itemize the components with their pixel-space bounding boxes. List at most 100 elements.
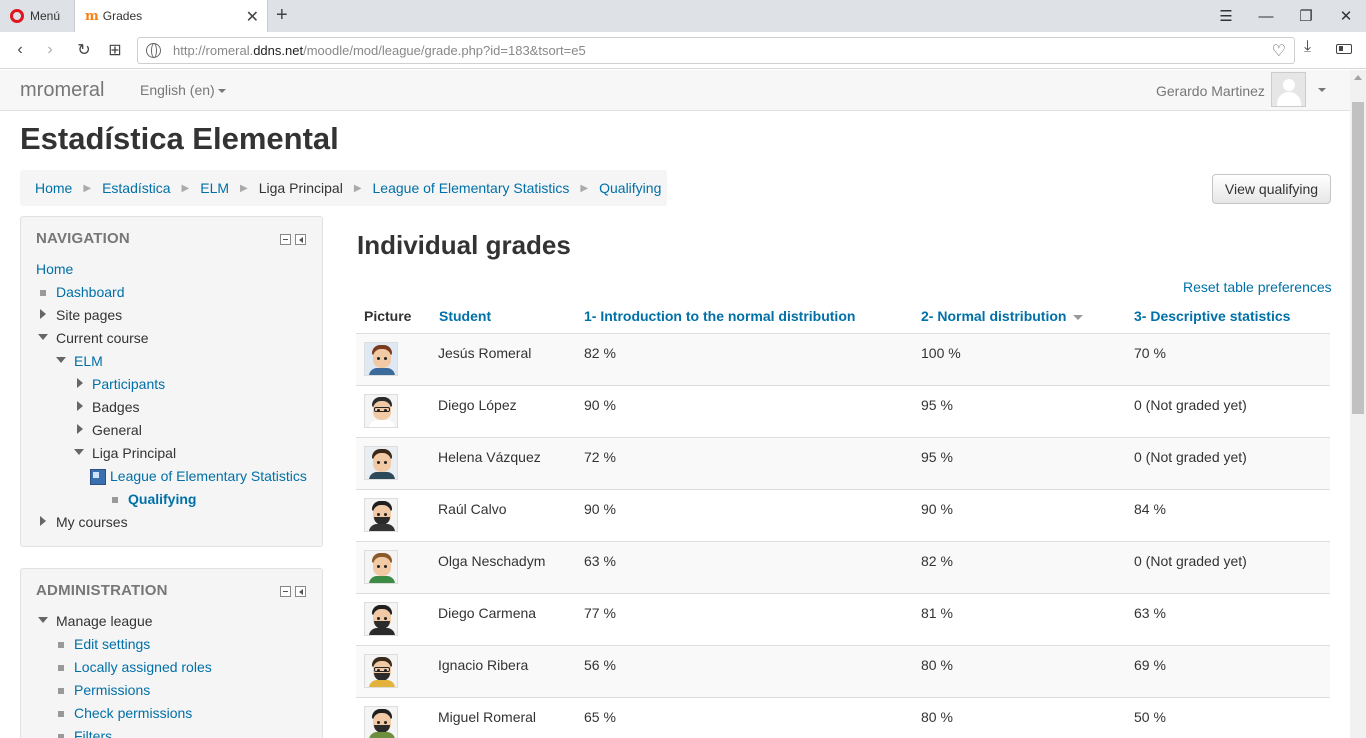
reload-icon[interactable]: ↻ [72, 38, 96, 62]
breadcrumb-liga: Liga Principal [258, 180, 343, 196]
column-header-student[interactable]: Student [439, 308, 491, 324]
collapsed-arrow-icon[interactable] [40, 309, 46, 319]
breadcrumb-qualifying[interactable]: Qualifying [599, 180, 661, 196]
breadcrumb-estadistica[interactable]: Estadística [102, 180, 170, 196]
student-name: Jesús Romeral [438, 345, 532, 361]
browser-menu-label: Menú [30, 9, 61, 23]
breadcrumb-separator-icon: ▶ [580, 182, 589, 194]
student-avatar[interactable] [364, 602, 398, 636]
grade-2: 95 % [921, 397, 953, 413]
nav-my-courses[interactable]: My courses [56, 514, 128, 530]
table-row: Helena Vázquez 72 % 95 % 0 (Not graded yet) [356, 438, 1330, 490]
close-window-icon[interactable]: ✕ [1326, 0, 1366, 32]
collapsed-arrow-icon[interactable] [77, 424, 83, 434]
column-header-picture: Picture [364, 308, 412, 324]
url-field[interactable]: http://romeral.ddns.net/moodle/mod/leagu… [137, 37, 1295, 64]
reset-table-link[interactable]: Reset table preferences [1183, 279, 1332, 295]
grade-3: 0 (Not graded yet) [1134, 397, 1247, 413]
dock-block-icon[interactable] [295, 586, 306, 597]
student-avatar[interactable] [364, 446, 398, 480]
new-tab-icon[interactable]: + [276, 4, 288, 27]
student-avatar[interactable] [364, 342, 398, 376]
nav-league-link[interactable]: League of Elementary Statistics [110, 468, 307, 484]
moodle-favicon-icon: m [85, 8, 99, 24]
bookmark-heart-icon[interactable]: ♡ [1272, 41, 1286, 61]
breadcrumb-home[interactable]: Home [35, 180, 72, 196]
expanded-arrow-icon[interactable] [56, 357, 66, 363]
download-icon[interactable]: ⤓ [1304, 38, 1311, 56]
nav-general[interactable]: General [92, 422, 142, 438]
user-avatar[interactable] [1271, 72, 1306, 107]
minimize-block-icon[interactable] [280, 586, 291, 597]
admin-filters-link[interactable]: Filters [74, 728, 112, 738]
nav-liga-principal[interactable]: Liga Principal [92, 445, 176, 461]
tab-menu-icon[interactable]: ☰ [1206, 0, 1246, 32]
expanded-arrow-icon[interactable] [38, 617, 48, 623]
dock-block-icon[interactable] [295, 234, 306, 245]
nav-participants-link[interactable]: Participants [92, 376, 165, 392]
expanded-arrow-icon[interactable] [38, 334, 48, 340]
grade-3: 50 % [1134, 709, 1166, 725]
nav-elm-link[interactable]: ELM [74, 353, 103, 369]
student-avatar[interactable] [364, 550, 398, 584]
language-menu[interactable]: English (en) [140, 82, 226, 98]
student-avatar[interactable] [364, 394, 398, 428]
table-row: Jesús Romeral 82 % 100 % 70 % [356, 334, 1330, 386]
browser-tab-bar: Menú m Grades ✕ + ☰ — ❐ ✕ [0, 0, 1366, 32]
grade-3: 70 % [1134, 345, 1166, 361]
student-avatar[interactable] [364, 706, 398, 738]
scroll-up-icon[interactable] [1354, 75, 1362, 80]
nav-qualifying-link[interactable]: Qualifying [128, 491, 196, 507]
student-avatar[interactable] [364, 654, 398, 688]
minimize-block-icon[interactable] [280, 234, 291, 245]
nav-current-course[interactable]: Current course [56, 330, 149, 346]
admin-permissions-link[interactable]: Permissions [74, 682, 150, 698]
breadcrumb-separator-icon: ▶ [83, 182, 92, 194]
grade-2: 80 % [921, 709, 953, 725]
restore-window-icon[interactable]: ❐ [1286, 0, 1326, 32]
globe-icon [146, 43, 161, 58]
site-brand[interactable]: mromeral [20, 79, 104, 102]
grade-1: 72 % [584, 449, 616, 465]
collapsed-arrow-icon[interactable] [40, 516, 46, 526]
tabs-grid-icon[interactable]: ⊞ [103, 38, 127, 62]
breadcrumb-elm[interactable]: ELM [200, 180, 229, 196]
close-tab-icon[interactable]: ✕ [246, 7, 259, 27]
admin-manage-league[interactable]: Manage league [56, 613, 153, 629]
collapsed-arrow-icon[interactable] [77, 378, 83, 388]
student-name: Raúl Calvo [438, 501, 507, 517]
table-row: Ignacio Ribera 56 % 80 % 69 % [356, 646, 1330, 698]
minimize-window-icon[interactable]: — [1246, 0, 1286, 32]
breadcrumb-league[interactable]: League of Elementary Statistics [373, 180, 570, 196]
user-name[interactable]: Gerardo Martinez [1156, 83, 1265, 99]
nav-home-link[interactable]: Home [36, 261, 73, 277]
user-menu-caret-icon[interactable] [1318, 88, 1326, 92]
admin-check-permissions-link[interactable]: Check permissions [74, 705, 192, 721]
view-qualifying-button[interactable]: View qualifying [1212, 174, 1331, 204]
page-scrollbar[interactable] [1350, 70, 1366, 738]
breadcrumb: Home ▶ Estadística ▶ ELM ▶ Liga Principa… [20, 170, 667, 206]
grade-3: 84 % [1134, 501, 1166, 517]
forward-icon[interactable]: › [38, 38, 62, 62]
caret-down-icon [217, 89, 226, 94]
table-row: Diego López 90 % 95 % 0 (Not graded yet) [356, 386, 1330, 438]
expanded-arrow-icon[interactable] [74, 449, 84, 455]
collapsed-arrow-icon[interactable] [77, 401, 83, 411]
bullet-icon [58, 711, 64, 717]
column-header-grade1[interactable]: 1- Introduction to the normal distributi… [584, 308, 855, 324]
back-icon[interactable]: ‹ [8, 38, 32, 62]
column-header-grade2[interactable]: 2- Normal distribution [921, 308, 1084, 324]
battery-saver-icon[interactable] [1336, 44, 1352, 54]
nav-dashboard-link[interactable]: Dashboard [56, 284, 125, 300]
admin-roles-link[interactable]: Locally assigned roles [74, 659, 212, 675]
nav-badges[interactable]: Badges [92, 399, 139, 415]
column-header-grade3[interactable]: 3- Descriptive statistics [1134, 308, 1290, 324]
nav-site-pages[interactable]: Site pages [56, 307, 122, 323]
scrollbar-thumb[interactable] [1352, 102, 1364, 414]
grade-1: 82 % [584, 345, 616, 361]
student-avatar[interactable] [364, 498, 398, 532]
tab-grades[interactable]: m Grades ✕ [74, 0, 268, 32]
bullet-icon [40, 290, 46, 296]
admin-edit-settings-link[interactable]: Edit settings [74, 636, 150, 652]
browser-menu-button[interactable]: Menú [0, 0, 74, 32]
